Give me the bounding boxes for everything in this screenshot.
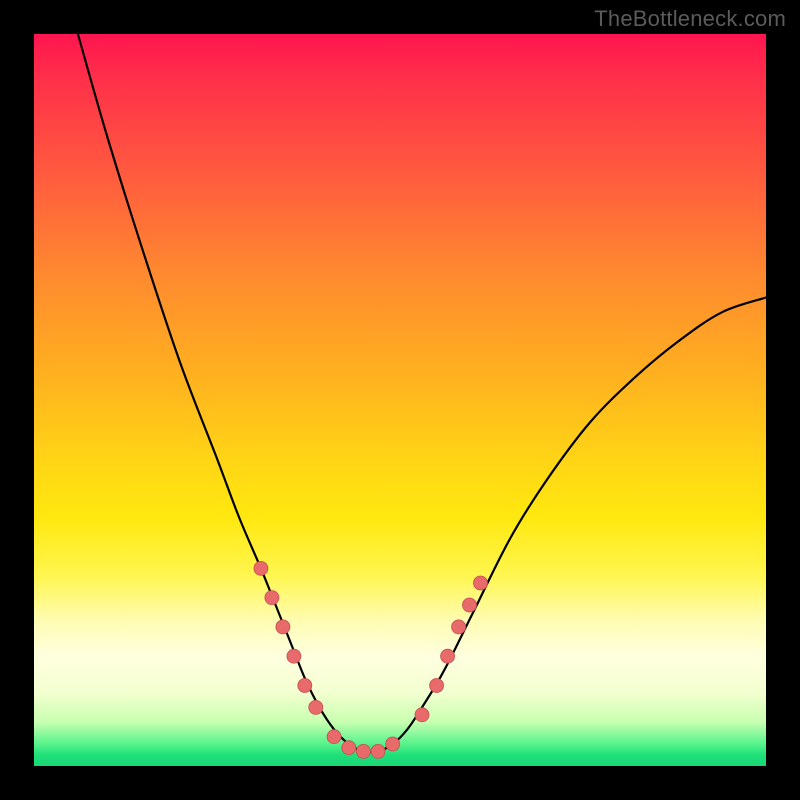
curve-marker (430, 679, 444, 693)
curve-marker (327, 730, 341, 744)
curve-marker (415, 708, 429, 722)
curve-marker (287, 649, 301, 663)
curve-marker (386, 737, 400, 751)
plot-area (34, 34, 766, 766)
curve-marker (298, 679, 312, 693)
curve-marker (276, 620, 290, 634)
curve-marker (254, 561, 268, 575)
curve-marker (474, 576, 488, 590)
marker-layer (254, 561, 488, 758)
curve-marker (342, 741, 356, 755)
curve-marker (463, 598, 477, 612)
curve-marker (356, 744, 370, 758)
curve-marker (452, 620, 466, 634)
curve-layer (34, 34, 766, 766)
chart-stage: TheBottleneck.com (0, 0, 800, 800)
curve-marker (309, 700, 323, 714)
curve-marker (371, 744, 385, 758)
curve-marker (265, 591, 279, 605)
bottleneck-curve (78, 34, 766, 752)
watermark-text: TheBottleneck.com (594, 6, 786, 32)
curve-marker (441, 649, 455, 663)
